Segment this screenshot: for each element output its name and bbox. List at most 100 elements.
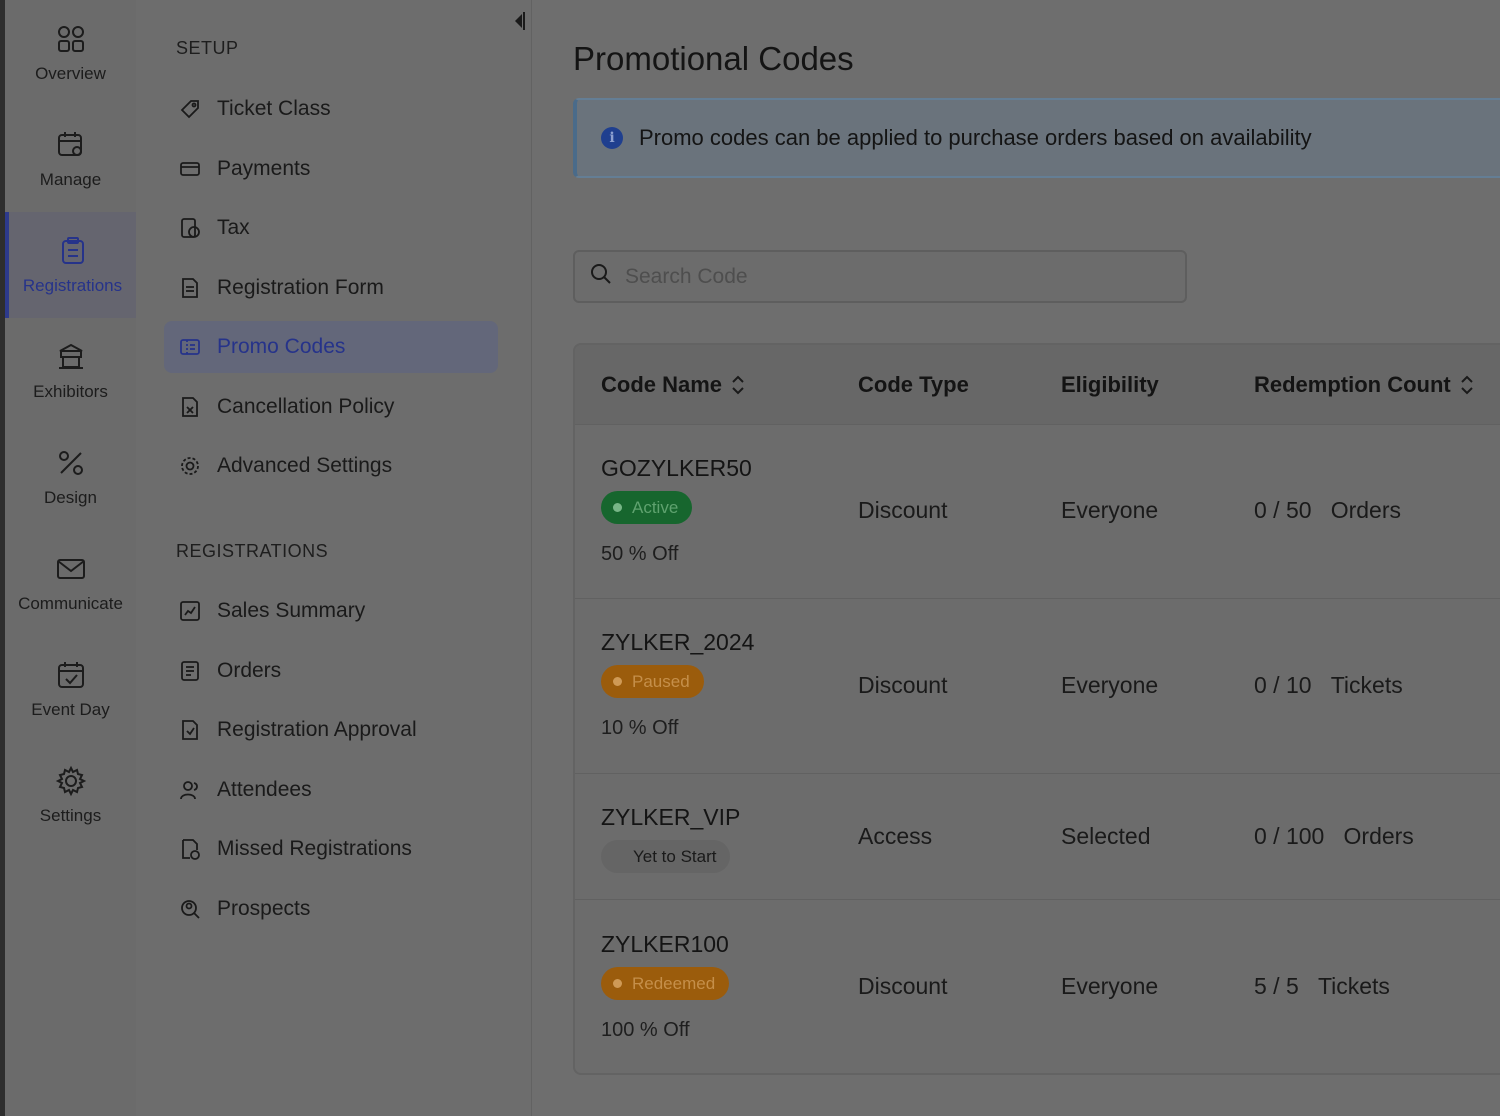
nav-item-registration-form[interactable]: Registration Form — [164, 262, 498, 314]
collapse-sidebar-button[interactable] — [510, 10, 528, 37]
redemption-count: 0 / 10 Tickets — [1254, 672, 1403, 698]
nav-item-promo-codes[interactable]: Promo Codes — [164, 321, 498, 373]
page-title: Promotional Codes — [573, 40, 854, 77]
nav-section-setup: SETUP — [176, 38, 239, 58]
nav-item-label: Sales Summary — [217, 599, 366, 622]
search-input[interactable] — [625, 264, 1165, 289]
rail-item-label: Manage — [39, 170, 102, 189]
collapse-icon — [512, 10, 526, 37]
column-header-eligibility: Eligibility — [1061, 372, 1159, 397]
table-row[interactable]: GOZYLKER50 Active 50 % Off Discount Ever… — [575, 425, 1500, 599]
code-name: ZYLKER_2024 — [601, 629, 755, 655]
rail-item-label: Settings — [39, 806, 102, 825]
status-badge: Active — [601, 491, 693, 524]
status-dot — [613, 503, 622, 512]
nav-section-registrations: REGISTRATIONS — [176, 541, 329, 561]
nav-item-label: Registration Form — [217, 276, 384, 299]
rail-item-label: Communicate — [18, 594, 123, 613]
rail-item-label: Design — [44, 488, 97, 507]
rail-item-label: Registrations — [22, 276, 123, 295]
nav-item-label: Tax — [217, 216, 250, 239]
mail-icon — [54, 552, 88, 586]
nav-item-label: Ticket Class — [217, 97, 331, 120]
status-dot — [613, 979, 622, 988]
eligibility: Everyone — [1061, 973, 1159, 999]
code-type: Discount — [858, 672, 948, 698]
nav-item-label: Attendees — [217, 778, 312, 801]
prospect-icon — [178, 897, 202, 921]
nav-item-label: Orders — [217, 659, 282, 682]
column-header-code-type: Code Type — [858, 372, 969, 397]
clipboard-icon — [56, 234, 90, 268]
nav-item-prospects[interactable]: Prospects — [164, 883, 498, 935]
redemption-count: 5 / 5 Tickets — [1254, 973, 1390, 999]
promo-icon — [178, 335, 202, 359]
code-type: Discount — [858, 497, 948, 523]
eligibility: Everyone — [1061, 672, 1159, 698]
chart-icon — [178, 599, 202, 623]
table-row[interactable]: ZYLKER_VIP Yet to Start Access Selected … — [575, 774, 1500, 900]
rail-item-design[interactable]: Design — [5, 424, 136, 530]
column-header-redemption-count[interactable]: Redemption Count — [1254, 345, 1475, 425]
sort-icon — [730, 374, 746, 396]
nav-item-sales-summary[interactable]: Sales Summary — [164, 585, 498, 637]
rail-item-manage[interactable]: Manage — [5, 106, 136, 212]
nav-item-label: Prospects — [217, 897, 311, 920]
code-type: Discount — [858, 973, 948, 999]
nav-item-registration-approval[interactable]: Registration Approval — [164, 704, 498, 756]
rail-item-registrations[interactable]: Registrations — [5, 212, 136, 318]
table-row[interactable]: ZYLKER100 Redeemed 100 % Off Discount Ev… — [575, 900, 1500, 1073]
status-badge: Paused — [601, 665, 704, 698]
main-content: Promotional Codes i Promo codes can be a… — [533, 0, 1500, 1116]
nav-item-label: Payments — [217, 157, 311, 180]
rail-item-exhibitors[interactable]: Exhibitors — [5, 318, 136, 424]
table-header: Code Name Code Type Eligibility Redempti… — [575, 345, 1500, 425]
rail-item-label: Event Day — [31, 700, 110, 719]
nav-item-advanced-settings[interactable]: Advanced Settings — [164, 440, 498, 492]
cancel-doc-icon — [178, 395, 202, 419]
gear-icon — [178, 454, 202, 478]
missed-icon — [178, 837, 202, 861]
nav-item-missed-registrations[interactable]: Missed Registrations — [164, 823, 498, 875]
tax-icon — [178, 216, 202, 240]
table-row[interactable]: ZYLKER_2024 Paused 10 % Off Discount Eve… — [575, 599, 1500, 774]
rail-item-label: Exhibitors — [33, 382, 108, 401]
approval-icon — [178, 718, 202, 742]
nav-item-label: Cancellation Policy — [217, 395, 395, 418]
rail-item-communicate[interactable]: Communicate — [5, 530, 136, 636]
nav-item-attendees[interactable]: Attendees — [164, 764, 498, 816]
search-icon — [589, 262, 613, 291]
nav-item-label: Missed Registrations — [217, 837, 412, 860]
sort-icon — [1459, 374, 1475, 396]
redemption-count: 0 / 100 Orders — [1254, 823, 1414, 849]
form-icon — [178, 276, 202, 300]
percent-brush-icon — [54, 446, 88, 480]
nav-item-payments[interactable]: Payments — [164, 143, 498, 195]
nav-item-label: Advanced Settings — [217, 454, 393, 477]
offer-value: 10 % Off — [601, 717, 679, 739]
status-badge: Yet to Start — [601, 840, 731, 873]
icon-rail: Overview Manage Registrations Exhibitors… — [0, 0, 136, 1116]
nav-item-orders[interactable]: Orders — [164, 645, 498, 697]
nav-item-tax[interactable]: Tax — [164, 202, 498, 254]
rail-item-event-day[interactable]: Event Day — [5, 636, 136, 742]
code-name: ZYLKER_VIP — [601, 804, 741, 830]
people-icon — [178, 778, 202, 802]
eligibility: Selected — [1061, 823, 1151, 849]
gear-icon — [54, 764, 88, 798]
grid-icon — [54, 22, 88, 56]
nav-item-ticket-class[interactable]: Ticket Class — [164, 83, 498, 135]
column-header-code-name[interactable]: Code Name — [601, 345, 746, 425]
nav-item-cancellation-policy[interactable]: Cancellation Policy — [164, 381, 498, 433]
offer-value: 100 % Off — [601, 1019, 690, 1041]
info-banner-text: Promo codes can be applied to purchase o… — [639, 125, 1312, 150]
card-icon — [178, 157, 202, 181]
nav-item-label: Registration Approval — [217, 718, 417, 741]
search-box — [573, 250, 1187, 303]
offer-value: 50 % Off — [601, 543, 679, 565]
redemption-count: 0 / 50 Orders — [1254, 497, 1402, 523]
rail-item-settings[interactable]: Settings — [5, 742, 136, 848]
rail-item-overview[interactable]: Overview — [5, 0, 136, 106]
promo-codes-table: Code Name Code Type Eligibility Redempti… — [573, 343, 1500, 1075]
orders-icon — [178, 659, 202, 683]
